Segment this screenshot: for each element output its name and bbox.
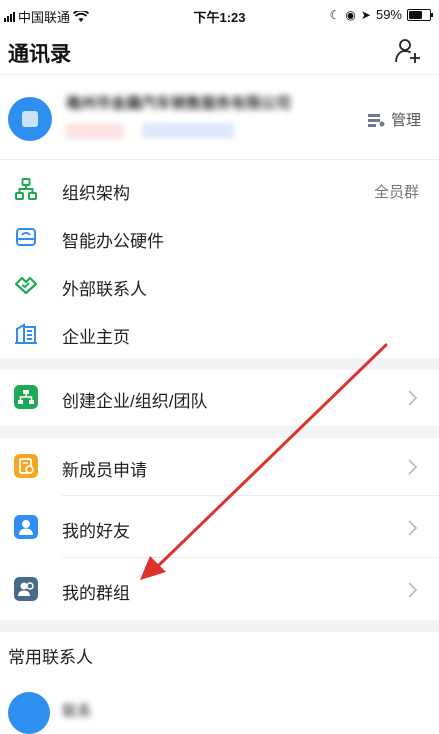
menu-label: 我的好友: [62, 522, 130, 541]
battery-percent: 59%: [375, 7, 402, 22]
menu-create-team[interactable]: 创建企业/组织/团队: [0, 373, 439, 423]
menu-company-home[interactable]: 企业主页: [0, 309, 439, 359]
friends-icon: [14, 515, 38, 539]
contact-name[interactable]: 联系: [62, 700, 92, 721]
menu-label: 新成员申请: [62, 461, 147, 480]
moon-icon: ☾: [329, 7, 341, 22]
menu-new-member-requests[interactable]: 新成员申请: [0, 442, 439, 492]
status-bar: 中国联通 下午1:23 ☾ ◉ ➤ 59%: [0, 0, 439, 30]
organization-avatar: [8, 97, 52, 141]
organization-name: 亳州市金撬汽车销售服务有限公司: [66, 95, 292, 112]
section-gap: [0, 620, 439, 632]
menu-label: 创建企业/组织/团队: [62, 392, 208, 411]
chevron-right-icon: [408, 582, 417, 598]
battery-icon: [407, 8, 433, 21]
section-gap: [0, 358, 439, 370]
company-home-icon: [15, 323, 37, 344]
menu-external-contacts[interactable]: 外部联系人: [0, 261, 439, 311]
row-divider: [62, 557, 439, 558]
groups-icon: [14, 577, 38, 601]
avatar[interactable]: [8, 692, 50, 734]
add-contact-icon[interactable]: [393, 36, 423, 66]
rotation-lock-icon: ◉: [345, 7, 356, 22]
menu-smart-hardware[interactable]: 智能办公硬件: [0, 213, 439, 263]
chevron-right-icon: [408, 520, 417, 536]
header: 通讯录: [0, 30, 439, 75]
row-divider: [62, 495, 439, 496]
menu-label: 智能办公硬件: [62, 232, 164, 251]
menu-my-groups[interactable]: 我的群组: [0, 565, 439, 615]
menu-my-friends[interactable]: 我的好友: [0, 503, 439, 553]
manage-label: 管理: [390, 112, 421, 129]
smart-hardware-icon: [16, 228, 36, 246]
chevron-right-icon: [408, 459, 417, 475]
verify-badge: [142, 123, 234, 139]
frequent-contacts-title: 常用联系人: [8, 648, 93, 667]
menu-label: 企业主页: [62, 328, 130, 347]
menu-org-structure[interactable]: 组织架构 全员群: [0, 165, 439, 215]
organization-card[interactable]: 亳州市金撬汽车销售服务有限公司 管理: [0, 75, 439, 159]
unverified-badge: [66, 123, 124, 139]
page-title: 通讯录: [8, 43, 71, 66]
all-staff-group-link[interactable]: 全员群: [374, 181, 419, 202]
create-team-icon: [14, 385, 38, 409]
section-gap: [0, 426, 439, 438]
menu-label: 我的群组: [62, 584, 130, 603]
manage-icon: [367, 113, 385, 127]
menu-label: 组织架构: [62, 184, 130, 203]
external-contacts-icon: [14, 276, 38, 295]
manage-button[interactable]: 管理: [367, 109, 421, 130]
menu-label: 外部联系人: [62, 280, 147, 299]
new-member-icon: [14, 454, 38, 478]
org-structure-icon: [15, 178, 37, 200]
chevron-right-icon: [408, 390, 417, 406]
location-icon: ➤: [360, 7, 371, 22]
